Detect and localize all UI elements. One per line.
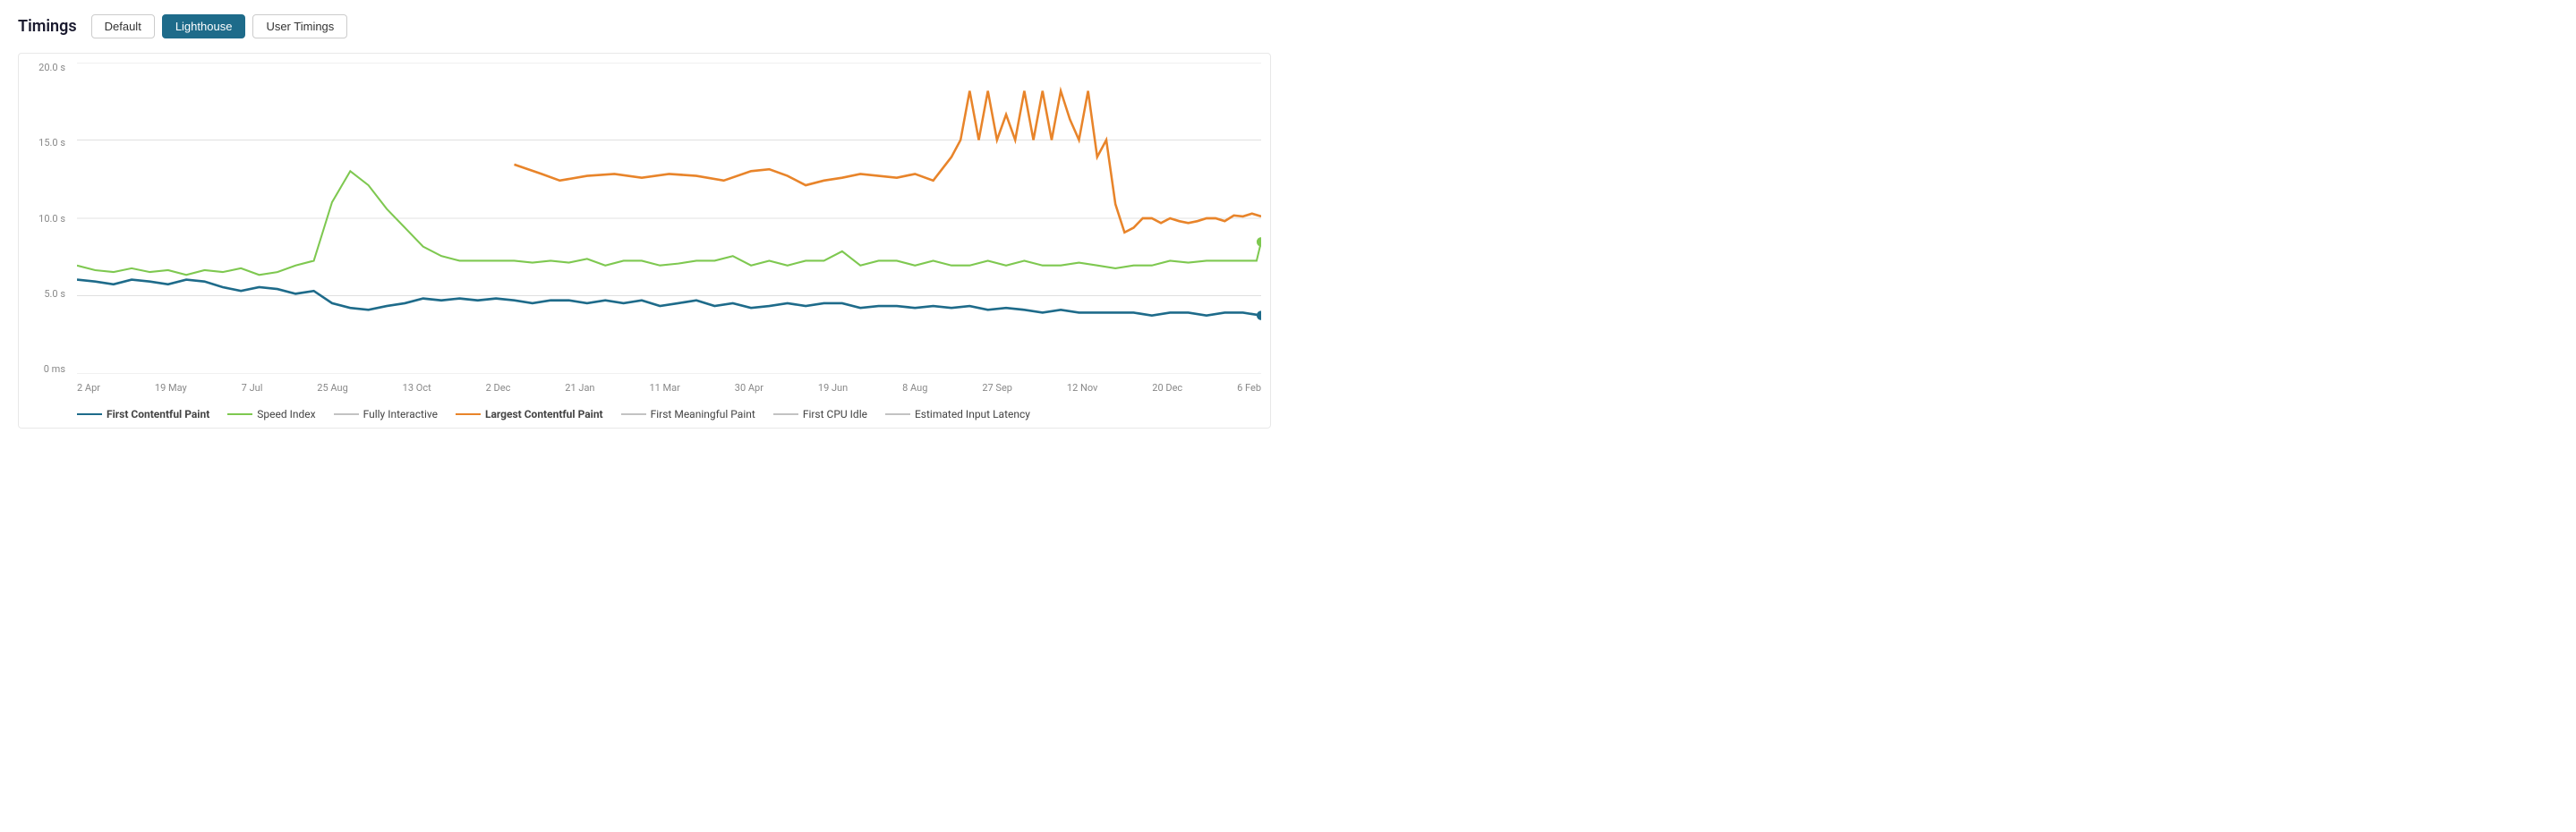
legend-fmp-line bbox=[621, 413, 646, 415]
legend-lcp-label: Largest Contentful Paint bbox=[485, 408, 603, 420]
legend-fi: Fully Interactive bbox=[334, 408, 438, 420]
chart-svg bbox=[77, 63, 1261, 374]
chart-container: 20.0 s 15.0 s 10.0 s 5.0 s 0 ms bbox=[18, 53, 1271, 429]
legend-fmp: First Meaningful Paint bbox=[621, 408, 755, 420]
tab-user-timings[interactable]: User Timings bbox=[252, 14, 347, 38]
x-label-5: 2 Dec bbox=[486, 382, 511, 394]
x-label-14: 6 Feb bbox=[1237, 382, 1261, 394]
x-label-0: 2 Apr bbox=[77, 382, 100, 394]
x-label-13: 20 Dec bbox=[1152, 382, 1182, 394]
x-label-11: 27 Sep bbox=[982, 382, 1012, 394]
x-label-8: 30 Apr bbox=[735, 382, 763, 394]
legend-fcp: First Contentful Paint bbox=[77, 408, 209, 420]
legend-lcp: Largest Contentful Paint bbox=[456, 408, 603, 420]
chart-plot bbox=[77, 63, 1261, 374]
x-label-9: 19 Jun bbox=[818, 382, 848, 394]
page-title: Timings bbox=[18, 17, 77, 36]
tab-default[interactable]: Default bbox=[91, 14, 155, 38]
legend-si-line bbox=[227, 413, 252, 415]
x-label-2: 7 Jul bbox=[242, 382, 263, 394]
y-label-0: 20.0 s bbox=[38, 63, 65, 72]
legend-si: Speed Index bbox=[227, 408, 315, 420]
legend-fcp-line bbox=[77, 413, 102, 415]
y-axis: 20.0 s 15.0 s 10.0 s 5.0 s 0 ms bbox=[19, 63, 73, 374]
x-label-1: 19 May bbox=[155, 382, 187, 394]
y-label-1: 15.0 s bbox=[38, 138, 65, 148]
x-label-7: 11 Mar bbox=[649, 382, 679, 394]
legend-lcp-line bbox=[456, 413, 481, 415]
legend-eil-line bbox=[885, 413, 910, 415]
x-axis: 2 Apr 19 May 7 Jul 25 Aug 13 Oct 2 Dec 2… bbox=[77, 382, 1261, 394]
x-label-3: 25 Aug bbox=[317, 382, 347, 394]
x-label-12: 12 Nov bbox=[1067, 382, 1097, 394]
x-label-4: 13 Oct bbox=[403, 382, 431, 394]
tab-lighthouse[interactable]: Lighthouse bbox=[162, 14, 246, 38]
y-label-4: 0 ms bbox=[44, 364, 65, 374]
legend-si-label: Speed Index bbox=[257, 408, 315, 420]
legend-fi-label: Fully Interactive bbox=[363, 408, 438, 420]
x-label-10: 8 Aug bbox=[902, 382, 927, 394]
legend-fi-line bbox=[334, 413, 359, 415]
legend-eil-label: Estimated Input Latency bbox=[915, 408, 1030, 420]
y-label-3: 5.0 s bbox=[44, 289, 65, 299]
legend-fcp-label: First Contentful Paint bbox=[107, 408, 209, 420]
legend-fci-line bbox=[773, 413, 798, 415]
legend-fci-label: First CPU Idle bbox=[803, 408, 867, 420]
legend-eil: Estimated Input Latency bbox=[885, 408, 1030, 420]
y-label-2: 10.0 s bbox=[38, 214, 65, 224]
legend-fci: First CPU Idle bbox=[773, 408, 867, 420]
chart-legend: First Contentful Paint Speed Index Fully… bbox=[77, 408, 1261, 420]
legend-fmp-label: First Meaningful Paint bbox=[651, 408, 755, 420]
x-label-6: 21 Jan bbox=[565, 382, 594, 394]
